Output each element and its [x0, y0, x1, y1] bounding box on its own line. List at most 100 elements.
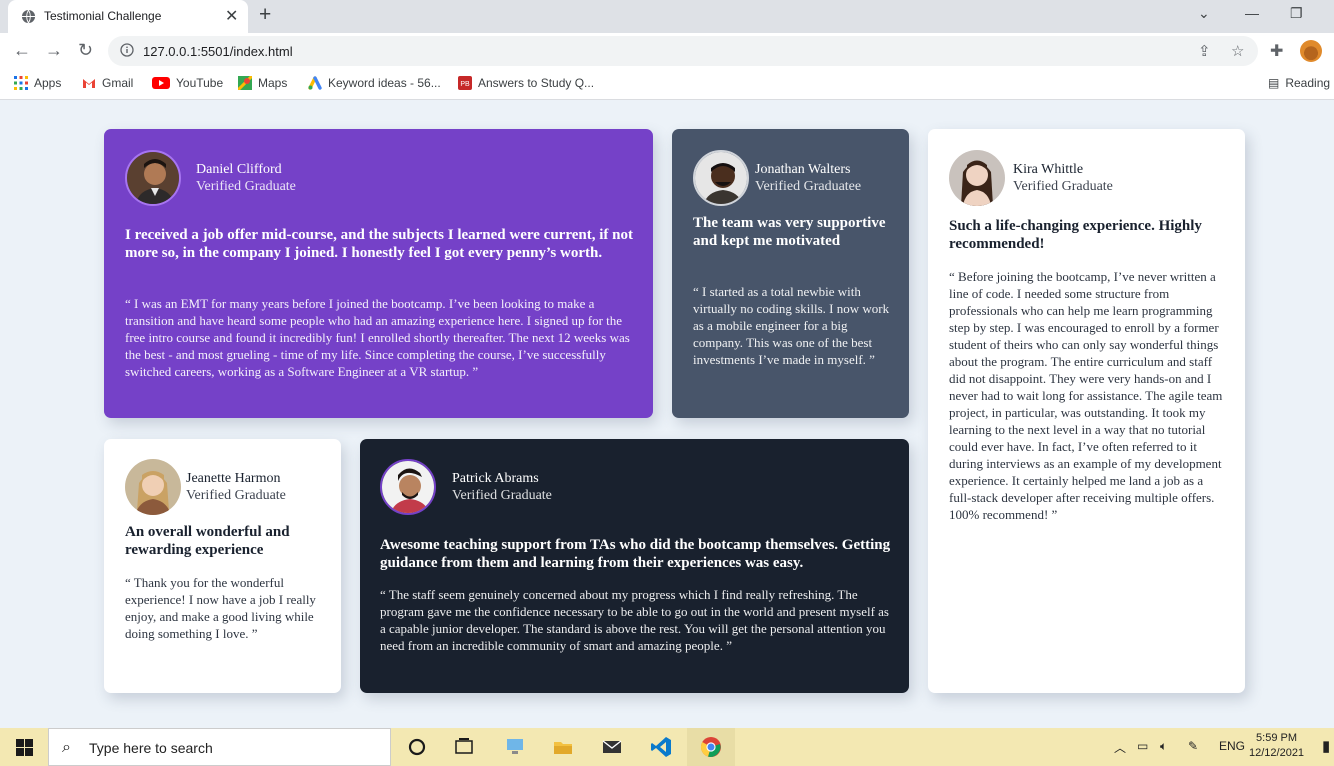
- language-indicator[interactable]: ENG: [1219, 739, 1245, 753]
- bookmark-star-icon[interactable]: ☆: [1231, 42, 1244, 60]
- reviewer-status: Verified Graduate: [1013, 179, 1113, 194]
- restore-window-icon[interactable]: ❐: [1290, 5, 1303, 22]
- testimonial-card-jeanette: Jeanette Harmon Verified Graduate An ove…: [104, 439, 341, 693]
- new-tab-button[interactable]: +: [259, 3, 271, 27]
- tab-search-chevron-icon[interactable]: ⌄: [1198, 5, 1210, 22]
- testimonial-headline: Such a life-changing experience. Highly …: [949, 218, 1202, 252]
- reviewer-name: Jonathan Walters: [755, 162, 851, 177]
- bookmark-keyword-ideas[interactable]: Keyword ideas - 56...: [308, 76, 441, 90]
- testimonial-headline: Awesome teaching support from TAs who di…: [380, 537, 891, 571]
- windows-taskbar: ⌕ Type here to search ︿ ▭ 🔈︎ ✎ ENG 5:59 …: [0, 728, 1334, 766]
- google-ads-icon: [308, 76, 322, 90]
- avatar: [693, 150, 749, 206]
- testimonial-card-daniel: Daniel Clifford Verified Graduate I rece…: [104, 129, 653, 418]
- testimonial-headline: The team was very supportive and kept me…: [693, 215, 886, 249]
- svg-text:PB: PB: [460, 81, 470, 88]
- clock-time: 5:59 PM: [1256, 732, 1298, 744]
- search-placeholder: Type here to search: [89, 740, 213, 756]
- share-icon[interactable]: ⇪: [1198, 42, 1211, 60]
- reviewer-status: Verified Graduatee: [755, 179, 862, 194]
- reviewer-name: Jeanette Harmon: [186, 471, 281, 486]
- battery-icon[interactable]: ▭: [1137, 739, 1148, 753]
- bookmark-maps[interactable]: Maps: [238, 76, 287, 90]
- bookmark-label: Maps: [258, 76, 288, 90]
- system-clock[interactable]: 5:59 PM 12/12/2021: [1249, 731, 1304, 761]
- testimonial-quote: “ The staff seem genuinely concerned abo…: [380, 587, 889, 653]
- search-icon: ⌕: [62, 739, 71, 756]
- bookmark-label: Answers to Study Q...: [478, 76, 595, 90]
- testimonial-card-jonathan: Jonathan Walters Verified Graduatee The …: [672, 129, 909, 418]
- testimonial-card-kira: Kira Whittle Verified Graduate Such a li…: [928, 129, 1245, 693]
- reviewer-name: Daniel Clifford: [196, 162, 282, 177]
- cortana-circle-icon[interactable]: [406, 736, 428, 758]
- avatar: [380, 459, 436, 515]
- browser-tab[interactable]: Testimonial Challenge ✕: [8, 0, 248, 33]
- reviewer-name: Patrick Abrams: [452, 471, 539, 486]
- volume-icon[interactable]: 🔈︎: [1160, 739, 1167, 754]
- reading-list-icon: ▤: [1268, 76, 1280, 90]
- reviewer-status: Verified Graduate: [452, 488, 552, 503]
- reviewer-name: Kira Whittle: [1013, 162, 1084, 177]
- computer-icon[interactable]: [504, 736, 526, 758]
- taskbar-search-box[interactable]: ⌕ Type here to search: [48, 728, 391, 766]
- person-photo-icon: [127, 152, 179, 204]
- windows-start-icon[interactable]: [16, 739, 33, 756]
- testimonial-headline: An overall wonderful and rewarding exper…: [125, 524, 290, 558]
- reviewer-status: Verified Graduate: [196, 179, 296, 194]
- task-view-icon[interactable]: [453, 736, 475, 758]
- reading-list-button[interactable]: ▤ Reading: [1268, 76, 1330, 90]
- avatar: [949, 150, 1005, 206]
- clock-date: 12/12/2021: [1249, 747, 1305, 759]
- person-photo-icon: [695, 152, 747, 204]
- globe-icon: [21, 9, 36, 24]
- bookmark-label: Keyword ideas - 56...: [328, 76, 441, 90]
- testimonial-card-patrick: Patrick Abrams Verified Graduate Awesome…: [360, 439, 909, 693]
- profile-avatar[interactable]: [1300, 40, 1322, 62]
- extensions-puzzle-icon[interactable]: ✚: [1270, 41, 1283, 61]
- youtube-icon: [152, 77, 170, 89]
- notification-icon[interactable]: ▮: [1322, 737, 1330, 755]
- testimonial-headline: I received a job offer mid-course, and t…: [125, 227, 633, 261]
- bookmark-gmail[interactable]: Gmail: [82, 76, 133, 90]
- person-photo-icon: [382, 461, 434, 513]
- chrome-icon: [700, 737, 721, 757]
- bookmark-label: Apps: [34, 76, 62, 90]
- minimize-icon[interactable]: —: [1245, 5, 1259, 21]
- forward-arrow-icon[interactable]: →: [45, 40, 63, 61]
- testimonial-quote: “ I started as a total newbie with virtu…: [693, 284, 890, 367]
- browser-toolbar: ← → ↻ 127.0.0.1:5501/index.html ⇪ ☆ ✚: [0, 33, 1334, 69]
- gmail-icon: [83, 79, 95, 88]
- browser-tab-strip: Testimonial Challenge ✕ + ⌄ — ❐: [0, 0, 1334, 33]
- reading-list-label: Reading: [1285, 76, 1331, 90]
- testimonial-quote: “ Thank you for the wonderful experience…: [125, 575, 316, 641]
- testimonial-quote: “ Before joining the bootcamp, I’ve neve…: [949, 269, 1223, 522]
- file-explorer-icon[interactable]: [552, 736, 574, 758]
- bookmark-youtube[interactable]: YouTube: [152, 76, 223, 90]
- address-bar[interactable]: 127.0.0.1:5501/index.html ⇪ ☆: [108, 36, 1258, 66]
- person-photo-icon: [949, 150, 1005, 206]
- avatar: [125, 150, 181, 206]
- chrome-taskbar-button[interactable]: [687, 728, 735, 766]
- maps-icon: [238, 76, 252, 90]
- tab-title: Testimonial Challenge: [44, 9, 162, 23]
- bookmark-label: Gmail: [102, 76, 134, 90]
- bookmark-apps[interactable]: Apps: [14, 76, 61, 90]
- tray-chevron-up-icon[interactable]: ︿: [1114, 739, 1126, 756]
- pb-icon: PB: [458, 76, 472, 90]
- close-tab-icon[interactable]: ✕: [225, 6, 238, 26]
- avatar: [125, 459, 181, 515]
- person-photo-icon: [125, 459, 181, 515]
- vscode-icon[interactable]: [650, 736, 672, 758]
- mail-icon[interactable]: [601, 736, 623, 758]
- testimonial-quote: “ I was an EMT for many years before I j…: [125, 296, 630, 379]
- apps-grid-icon: [14, 76, 28, 90]
- bookmark-label: YouTube: [176, 76, 224, 90]
- url-text: 127.0.0.1:5501/index.html: [143, 44, 293, 59]
- back-arrow-icon[interactable]: ←: [13, 40, 31, 61]
- reload-icon[interactable]: ↻: [78, 40, 93, 61]
- bookmarks-bar: Apps Gmail YouTube Maps Keyword ideas - …: [0, 69, 1334, 100]
- pen-icon[interactable]: ✎: [1188, 739, 1198, 753]
- reviewer-status: Verified Graduate: [186, 488, 286, 503]
- bookmark-answers[interactable]: PB Answers to Study Q...: [458, 76, 594, 90]
- info-icon[interactable]: [120, 43, 134, 57]
